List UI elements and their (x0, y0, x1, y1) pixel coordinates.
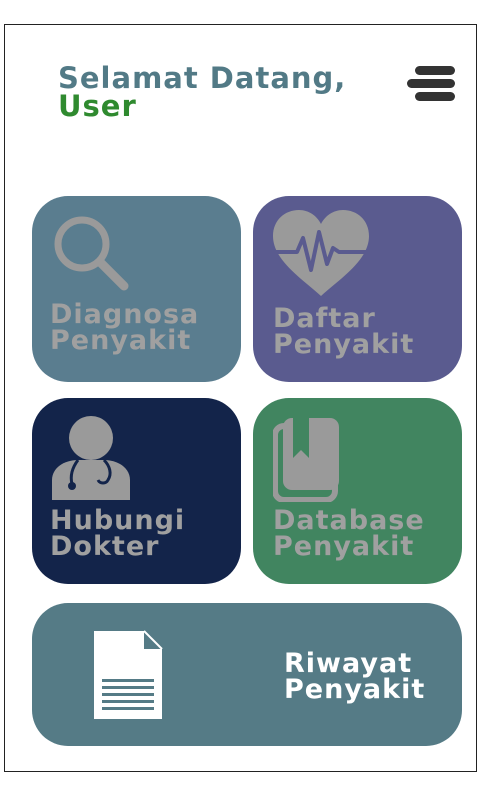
daftar-penyakit-label: Daftar Penyakit (273, 305, 415, 360)
diagnosa-penyakit-card[interactable]: Diagnosa Penyakit (32, 196, 241, 382)
card-label-line2: Penyakit (273, 531, 415, 562)
card-label-line2: Penyakit (273, 329, 415, 360)
greeting-username: User (58, 89, 137, 123)
document-icon (94, 630, 163, 719)
card-label-line2: Dokter (50, 531, 160, 562)
menu-button[interactable] (403, 64, 459, 104)
database-penyakit-card[interactable]: Database Penyakit (253, 398, 462, 584)
magnifier-search-icon (54, 216, 129, 291)
card-label-line2: Penyakit (50, 325, 192, 356)
greeting-text: Selamat Datang, (58, 61, 347, 95)
welcome-greeting: Selamat Datang, User (58, 61, 347, 123)
bookmark-book-icon (273, 418, 339, 502)
riwayat-penyakit-card[interactable]: Riwayat Penyakit (32, 603, 462, 746)
hamburger-menu-icon (407, 66, 455, 101)
riwayat-penyakit-label: Riwayat Penyakit (284, 650, 426, 705)
hubungi-dokter-label: Hubungi Dokter (50, 507, 185, 562)
diagnosa-penyakit-label: Diagnosa Penyakit (50, 301, 199, 356)
database-penyakit-label: Database Penyakit (273, 507, 425, 562)
doctor-stethoscope-icon (52, 416, 130, 500)
heart-pulse-icon (273, 210, 369, 296)
card-label-line2: Penyakit (284, 674, 426, 705)
daftar-penyakit-card[interactable]: Daftar Penyakit (253, 196, 462, 382)
hubungi-dokter-card[interactable]: Hubungi Dokter (32, 398, 241, 584)
